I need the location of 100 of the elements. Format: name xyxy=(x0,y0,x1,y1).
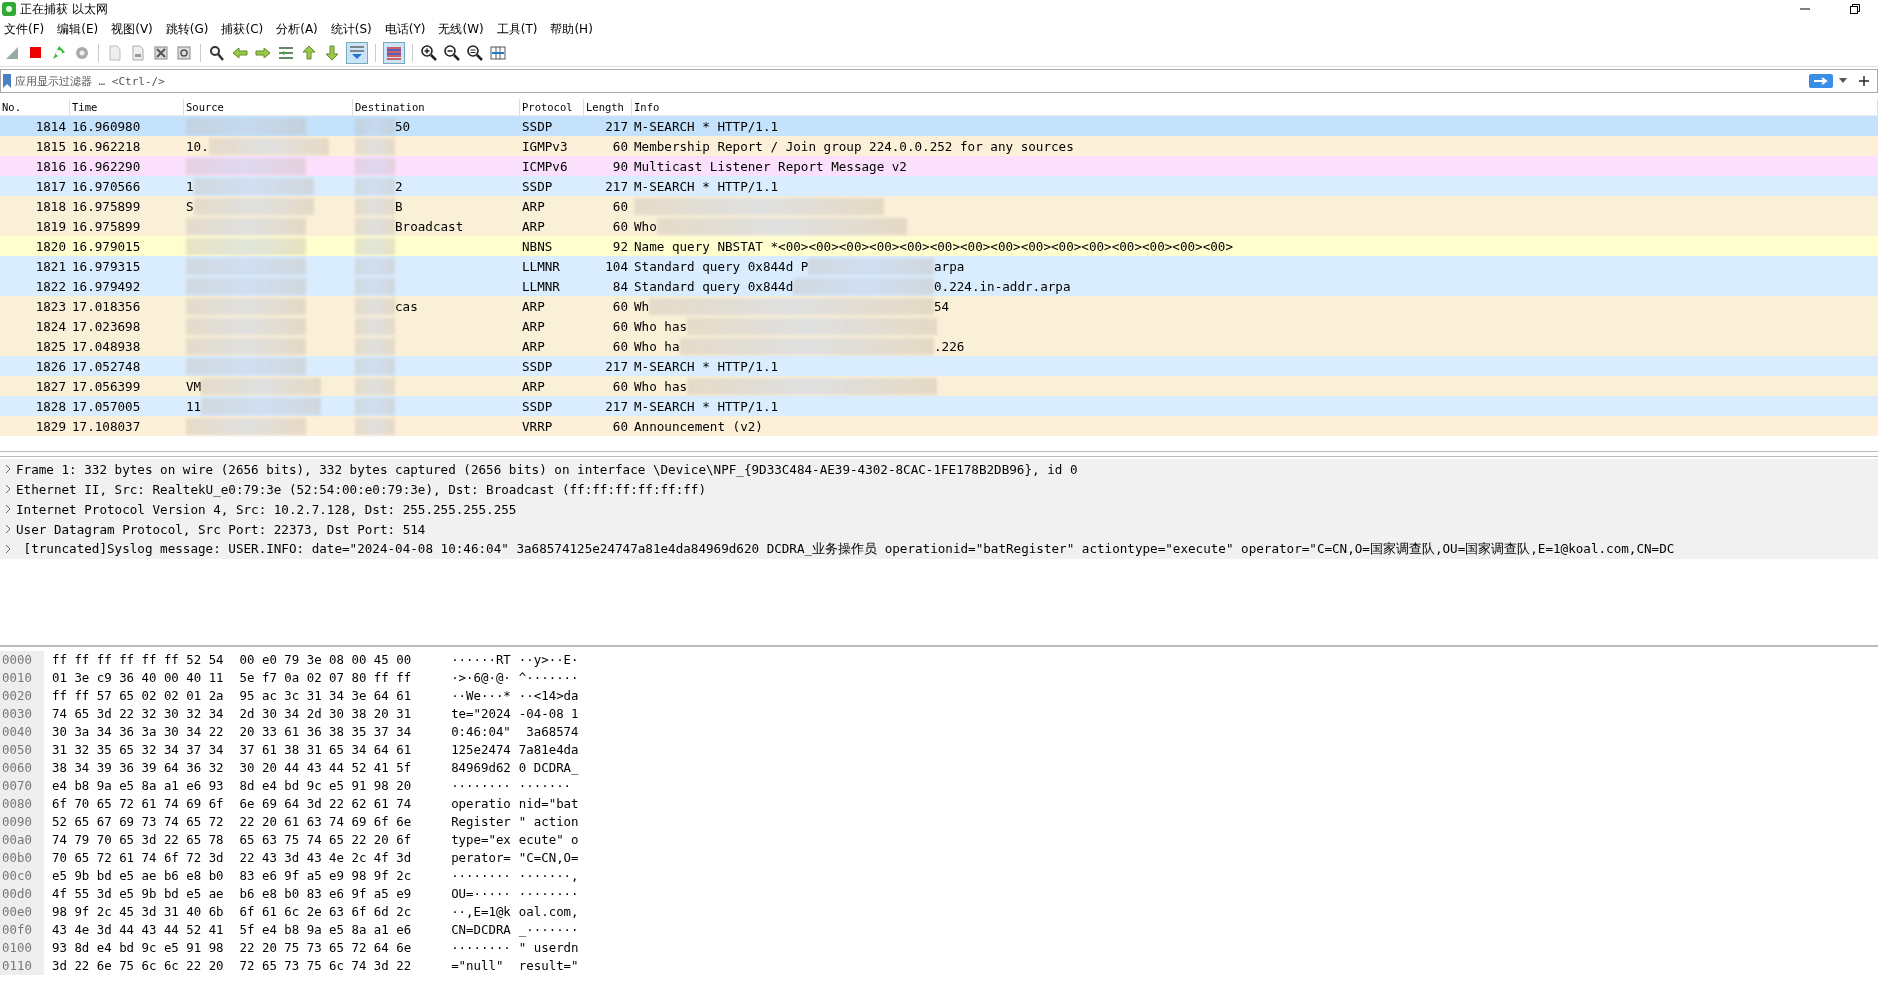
packet-row[interactable]: 1827 17.056399 VM ARP 60 Who has xyxy=(0,376,1878,396)
tree-item[interactable]: User Datagram Protocol, Src Port: 22373, Dst Port: 514 xyxy=(16,521,426,537)
hex-bytes: ff ff 57 65 02 02 01 2a xyxy=(51,687,224,705)
pixelated-redaction xyxy=(355,257,395,275)
table-cell: 1824 xyxy=(35,318,66,334)
hex-bytes: 65 63 75 74 65 22 20 6f xyxy=(238,831,412,849)
menu-item[interactable]: 工具(T) xyxy=(494,20,549,38)
zoom-out-icon[interactable] xyxy=(443,44,461,62)
menu-item[interactable]: 帮助(H) xyxy=(548,20,604,38)
table-cell: 1814 xyxy=(35,118,66,134)
packet-row[interactable]: 1822 16.979492 LLMNR 84 Standard query 0x844d 0.224.in-addr.arpa xyxy=(0,276,1878,296)
table-cell: cas xyxy=(395,298,418,314)
display-filter-field[interactable]: 应用显示过滤器 … <Ctrl-/> xyxy=(0,69,1878,93)
zoom-reset-icon[interactable] xyxy=(466,44,484,62)
packet-row[interactable]: 1820 16.979015 NBNS 92 Name query NBSTAT *<00><00><00><00><00><00><00><00><00><00><00><00><00><00><00> xyxy=(0,236,1878,256)
column-header[interactable]: Source xyxy=(184,99,353,115)
table-cell: 17.056399 xyxy=(72,378,141,394)
packet-row[interactable]: 1824 17.023698 ARP 60 Who has xyxy=(0,316,1878,336)
ascii-bytes: ··<14>da xyxy=(517,687,579,705)
column-header[interactable]: No. xyxy=(0,99,70,115)
menu-item[interactable]: 电话(Y) xyxy=(382,20,437,38)
packet-row[interactable]: 1821 16.979315 LLMNR 104 Standard query 0x844d P arpa xyxy=(0,256,1878,276)
go-to-packet-icon[interactable] xyxy=(277,44,295,62)
byte-offset: 0040 xyxy=(0,723,44,741)
file-icon[interactable] xyxy=(129,44,147,62)
column-header[interactable]: Length xyxy=(584,99,632,115)
table-cell: 60 xyxy=(612,418,628,434)
menu-item[interactable]: 文件(F) xyxy=(2,20,56,38)
auto-scroll-button[interactable] xyxy=(346,42,368,64)
packet-row[interactable]: 1829 17.108037 VRRP 60 Announcement (v2) xyxy=(0,416,1878,436)
hex-bytes: 6f 61 6c 2e 63 6f 6d 2c xyxy=(238,903,412,921)
search-icon[interactable] xyxy=(208,44,226,62)
table-cell: 50 xyxy=(395,118,411,134)
hex-bytes: e4 b8 9a e5 8a a1 e6 93 xyxy=(51,777,224,795)
packet-row[interactable]: 1825 17.048938 ARP 60 Who ha .226 xyxy=(0,336,1878,356)
plus-icon[interactable] xyxy=(1859,76,1869,86)
dropdown-caret-icon[interactable] xyxy=(1839,78,1847,84)
pixelated-redaction xyxy=(355,117,395,135)
packet-row[interactable]: 1828 17.057005 11 SSDP 217 M-SEARCH * HTTP/1.1 xyxy=(0,396,1878,416)
arrow-down-icon[interactable] xyxy=(323,44,341,62)
menu-item[interactable]: 无线(W) xyxy=(436,20,495,38)
reload-icon[interactable] xyxy=(175,44,193,62)
packet-row[interactable]: 1816 16.962290 ICMPv6 90 Multicast Listener Report Message v2 xyxy=(0,156,1878,176)
column-header[interactable]: Info xyxy=(632,99,1878,115)
menu-item[interactable]: 编辑(E) xyxy=(55,20,110,38)
byte-offset: 0060 xyxy=(0,759,44,777)
table-cell: ARP xyxy=(522,198,545,214)
pixelated-redaction xyxy=(355,377,395,395)
close-icon[interactable] xyxy=(152,44,170,62)
table-cell: M-SEARCH * HTTP/1.1 xyxy=(634,118,779,134)
packet-row[interactable]: 1814 16.960980 50 SSDP 217 M-SEARCH * HTTP/1.1 xyxy=(0,116,1878,136)
column-header[interactable]: Protocol xyxy=(520,99,584,115)
packet-row[interactable]: 1815 16.962218 10. IGMPv3 60 Membership Report / Join group 224.0.0.252 for any sources xyxy=(0,136,1878,156)
menu-item[interactable]: 捕获(C) xyxy=(219,20,275,38)
ascii-bytes: OU=····· xyxy=(450,885,511,903)
zoom-in-icon[interactable] xyxy=(420,44,438,62)
table-cell: 0.224.in-addr.arpa xyxy=(934,278,1071,294)
ascii-bytes: ·······, xyxy=(517,867,579,885)
packet-row[interactable]: 1819 16.975899 Broadcast ARP 60 Who xyxy=(0,216,1878,236)
arrow-right-icon[interactable] xyxy=(254,44,272,62)
menu-item[interactable]: 跳转(G) xyxy=(163,20,220,38)
packet-row[interactable]: 1823 17.018356 cas ARP 60 Wh 54 xyxy=(0,296,1878,316)
apply-filter-button[interactable] xyxy=(1809,74,1833,88)
column-header[interactable]: Destination xyxy=(353,99,520,115)
table-cell: 60 xyxy=(612,338,628,354)
arrow-up-icon[interactable] xyxy=(300,44,318,62)
menu-item[interactable]: 统计(S) xyxy=(328,20,383,38)
table-cell: 17.018356 xyxy=(72,298,141,314)
table-cell: ICMPv6 xyxy=(522,158,568,174)
ascii-bytes: type="ex xyxy=(450,831,511,849)
table-cell: ARP xyxy=(522,298,545,314)
resize-columns-icon[interactable] xyxy=(489,44,507,62)
packet-row[interactable]: 1826 17.052748 SSDP 217 M-SEARCH * HTTP/1.1 xyxy=(0,356,1878,376)
table-cell: Who has xyxy=(634,378,688,394)
table-cell: 16.975899 xyxy=(72,218,141,234)
ascii-bytes: 0 DCDRA_ xyxy=(517,759,579,777)
byte-offset: 00d0 xyxy=(0,885,44,903)
hex-bytes: 20 33 61 36 38 35 37 34 xyxy=(238,723,412,741)
hex-bytes: 2d 30 34 2d 30 38 20 31 xyxy=(238,705,412,723)
pixelated-redaction xyxy=(355,417,395,435)
table-cell: 1822 xyxy=(35,278,66,294)
packet-row[interactable]: 1817 16.970566 1 2 SSDP 217 M-SEARCH * HTTP/1.1 xyxy=(0,176,1878,196)
table-cell: S xyxy=(186,198,194,214)
byte-offset: 0070 xyxy=(0,777,44,795)
menu-item[interactable]: 视图(V) xyxy=(109,20,164,38)
table-cell: 1826 xyxy=(35,358,66,374)
ascii-bytes: ··y>··E· xyxy=(517,651,579,669)
table-cell: ARP xyxy=(522,378,545,394)
table-cell: M-SEARCH * HTTP/1.1 xyxy=(634,398,779,414)
gear-icon[interactable] xyxy=(73,44,91,62)
ascii-bytes: te="2024 xyxy=(450,705,511,723)
byte-offset: 0090 xyxy=(0,813,44,831)
colorize-button[interactable] xyxy=(383,42,405,64)
menu-item[interactable]: 分析(A) xyxy=(274,20,329,38)
table-cell: 1816 xyxy=(35,158,66,174)
table-cell: 1815 xyxy=(35,138,66,154)
arrow-left-icon[interactable] xyxy=(231,44,249,62)
table-cell: 60 xyxy=(612,138,628,154)
column-header[interactable]: Time xyxy=(70,99,184,115)
packet-row[interactable]: 1818 16.975899 S B ARP 60 xyxy=(0,196,1878,216)
